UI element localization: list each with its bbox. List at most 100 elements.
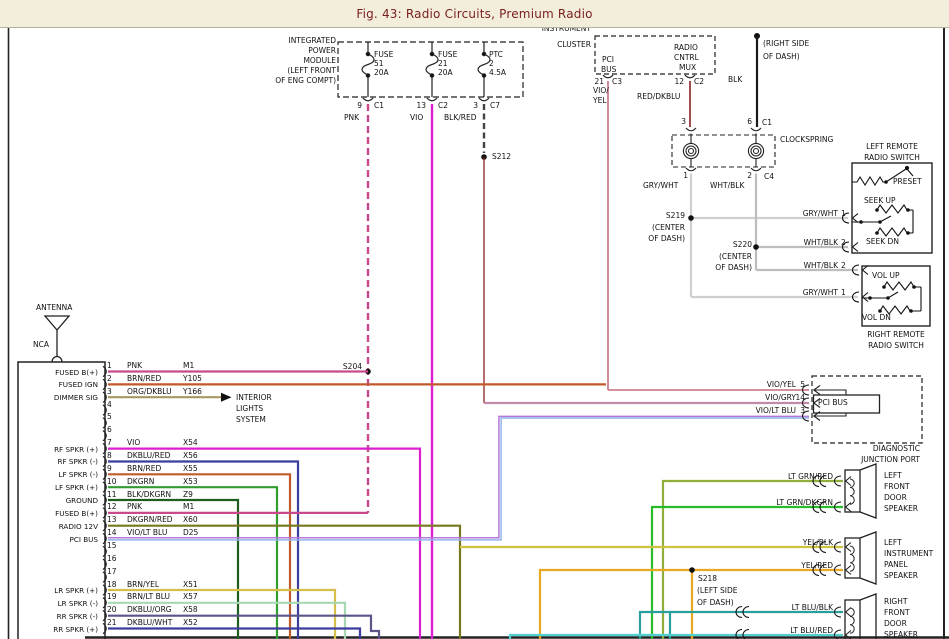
- radio-row-wire-11: BLK/DKGRN: [127, 490, 171, 499]
- radio-pin-number-10: 10: [107, 477, 117, 486]
- radio-row-code-18: X51: [183, 580, 198, 589]
- interior-lights-line1: INTERIOR: [236, 393, 272, 402]
- radio-pin-number-6: 6: [107, 425, 112, 434]
- radio-row-wire-7: VIO: [127, 438, 140, 447]
- radio-row-code-14: D25: [183, 528, 198, 537]
- clockspring-label: CLOCKSPRING: [780, 135, 833, 144]
- lsw-pin2: 2: [841, 238, 846, 247]
- clockspring-wire1: GRY/WHT: [643, 181, 678, 190]
- radio-row-wire-9: BRN/RED: [127, 464, 161, 473]
- splice-s218-loc1: (LEFT SIDE: [697, 586, 737, 595]
- radio-row-code-10: X53: [183, 477, 198, 486]
- cluster-conn1: C3: [612, 77, 622, 86]
- radio-pin-number-18: 18: [107, 580, 117, 589]
- radio-pin-number-16: 16: [107, 554, 117, 563]
- left-switch-title2: RADIO SWITCH: [850, 153, 934, 162]
- clockspring-wire2: WHT/BLK: [710, 181, 744, 190]
- l-instr-name1: LEFT: [884, 538, 902, 547]
- rf-door-name1: RIGHT: [884, 597, 907, 606]
- radio-row-wire-8: DKBLU/RED: [127, 451, 170, 460]
- l-instr-name4: SPEAKER: [884, 571, 918, 580]
- radio-row-label-10: LF SPKR (+): [14, 483, 98, 492]
- clockspring-box: [672, 128, 775, 171]
- fuse3-amp: 4.5A: [489, 68, 506, 77]
- wire-r14-vio-ltblu-a: [108, 416, 809, 537]
- radio-row-wire-14: VIO/LT BLU: [127, 528, 167, 537]
- radio-pin-number-8: 8: [107, 451, 112, 460]
- diag-port-box: [803, 376, 923, 443]
- ipm-label-line1: INTEGRATED: [240, 36, 336, 45]
- radio-row-wire-10: DKGRN: [127, 477, 154, 486]
- cluster-mux-line3: MUX: [679, 63, 696, 72]
- ipm-pin2: 13: [408, 101, 426, 110]
- splice-s220-loc1: (CENTER: [692, 252, 752, 261]
- radio-pin-number-17: 17: [107, 567, 117, 576]
- radio-pin-number-19: 19: [107, 592, 117, 601]
- cluster-pci-line1: PCI: [602, 55, 614, 64]
- cluster-pin2: 12: [668, 77, 684, 86]
- radio-row-wire-3: ORG/DKBLU: [127, 387, 172, 396]
- lf-door-wire2-label: LT GRN/DKGRN: [723, 498, 833, 507]
- radio-pin-number-13: 13: [107, 515, 117, 524]
- clockspring-top-pin1: 3: [674, 117, 686, 126]
- clockspring-top-conn: C1: [762, 118, 772, 127]
- preset-label: PRESET: [893, 177, 922, 186]
- radio-row-label-12: FUSED B(+): [14, 509, 98, 518]
- interior-lights-line2: LIGHTS: [236, 404, 263, 413]
- ipm-label-line4: (LEFT FRONT: [240, 66, 336, 75]
- radio-pin-number-4: 4: [107, 400, 112, 409]
- lf-door-name2: FRONT: [884, 482, 910, 491]
- clockspring-bot-pin2: 2: [742, 171, 752, 180]
- l-instr-wire2-label: YEL/RED: [723, 561, 833, 570]
- radio-row-code-19: X57: [183, 592, 198, 601]
- rf-door-wire1-label: LT BLU/BLK: [723, 603, 833, 612]
- seek-up-label: SEEK UP: [864, 196, 896, 205]
- radio-pin-number-5: 5: [107, 412, 112, 421]
- wire-gry-wht: [691, 174, 858, 298]
- radio-row-wire-13: DKGRN/RED: [127, 515, 173, 524]
- l-instr-panel-speaker-symbol: [835, 532, 877, 584]
- port-wire3-label: VIO/LT BLU: [738, 406, 796, 415]
- cluster-wire2: RED/DKBLU: [637, 92, 680, 101]
- seek-dn-label: SEEK DN: [866, 237, 899, 246]
- ipm-label-line3: MODULE: [240, 56, 336, 65]
- splice-s219-dot: [688, 215, 694, 221]
- l-instr-name2: INSTRUMENT: [884, 549, 933, 558]
- radio-row-label-7: RF SPKR (+): [14, 445, 98, 454]
- port-pin3: 3: [795, 406, 805, 415]
- lsw-pin1: 1: [841, 209, 846, 218]
- cluster-wire1-line1: VIO/: [593, 86, 609, 95]
- rf-door-name3: DOOR: [884, 619, 907, 628]
- ground-loc-line1: (RIGHT SIDE: [763, 39, 809, 48]
- radio-pin-number-12: 12: [107, 502, 117, 511]
- radio-row-label-3: DIMMER SIG: [14, 393, 98, 402]
- figure-title: Fig. 43: Radio Circuits, Premium Radio: [356, 7, 592, 21]
- l-instr-wire1-label: YEL/BLK: [723, 538, 833, 547]
- ipm-wire2: VIO: [410, 113, 423, 122]
- lsw-wire1-label: GRY/WHT: [778, 209, 838, 218]
- ipm-label-line5: OF ENG COMPT): [240, 76, 336, 85]
- left-switch-title1: LEFT REMOTE: [850, 142, 934, 151]
- antenna-label: ANTENNA: [36, 303, 72, 312]
- radio-row-code-11: Z9: [183, 490, 193, 499]
- cluster-wire1-line2: YEL: [593, 96, 607, 105]
- lsw-wire2-label: WHT/BLK: [778, 238, 838, 247]
- radio-row-code-8: X56: [183, 451, 198, 460]
- radio-row-code-2: Y105: [183, 374, 202, 383]
- clockspring-top-pin2: 6: [740, 117, 752, 126]
- radio-row-label-1: FUSED B(+): [14, 368, 98, 377]
- splice-s219-loc1: (CENTER: [625, 223, 685, 232]
- radio-pin-number-20: 20: [107, 605, 117, 614]
- radio-row-label-2: FUSED IGN: [14, 380, 98, 389]
- radio-row-wire-2: BRN/RED: [127, 374, 161, 383]
- radio-row-code-1: M1: [183, 361, 194, 370]
- diag-port-title1: DIAGNOSTIC: [820, 444, 920, 453]
- splice-s220-label: S220: [692, 240, 752, 249]
- radio-row-label-18: LR SPKR (+): [14, 586, 98, 595]
- fuse2-name: FUSE: [438, 50, 457, 59]
- rsw-wire2-label: GRY/WHT: [778, 288, 838, 297]
- vol-dn-label: VOL DN: [862, 313, 891, 322]
- radio-row-code-13: X60: [183, 515, 198, 524]
- blk-wire-label: BLK: [728, 75, 742, 84]
- splice-s212-label: S212: [492, 152, 511, 161]
